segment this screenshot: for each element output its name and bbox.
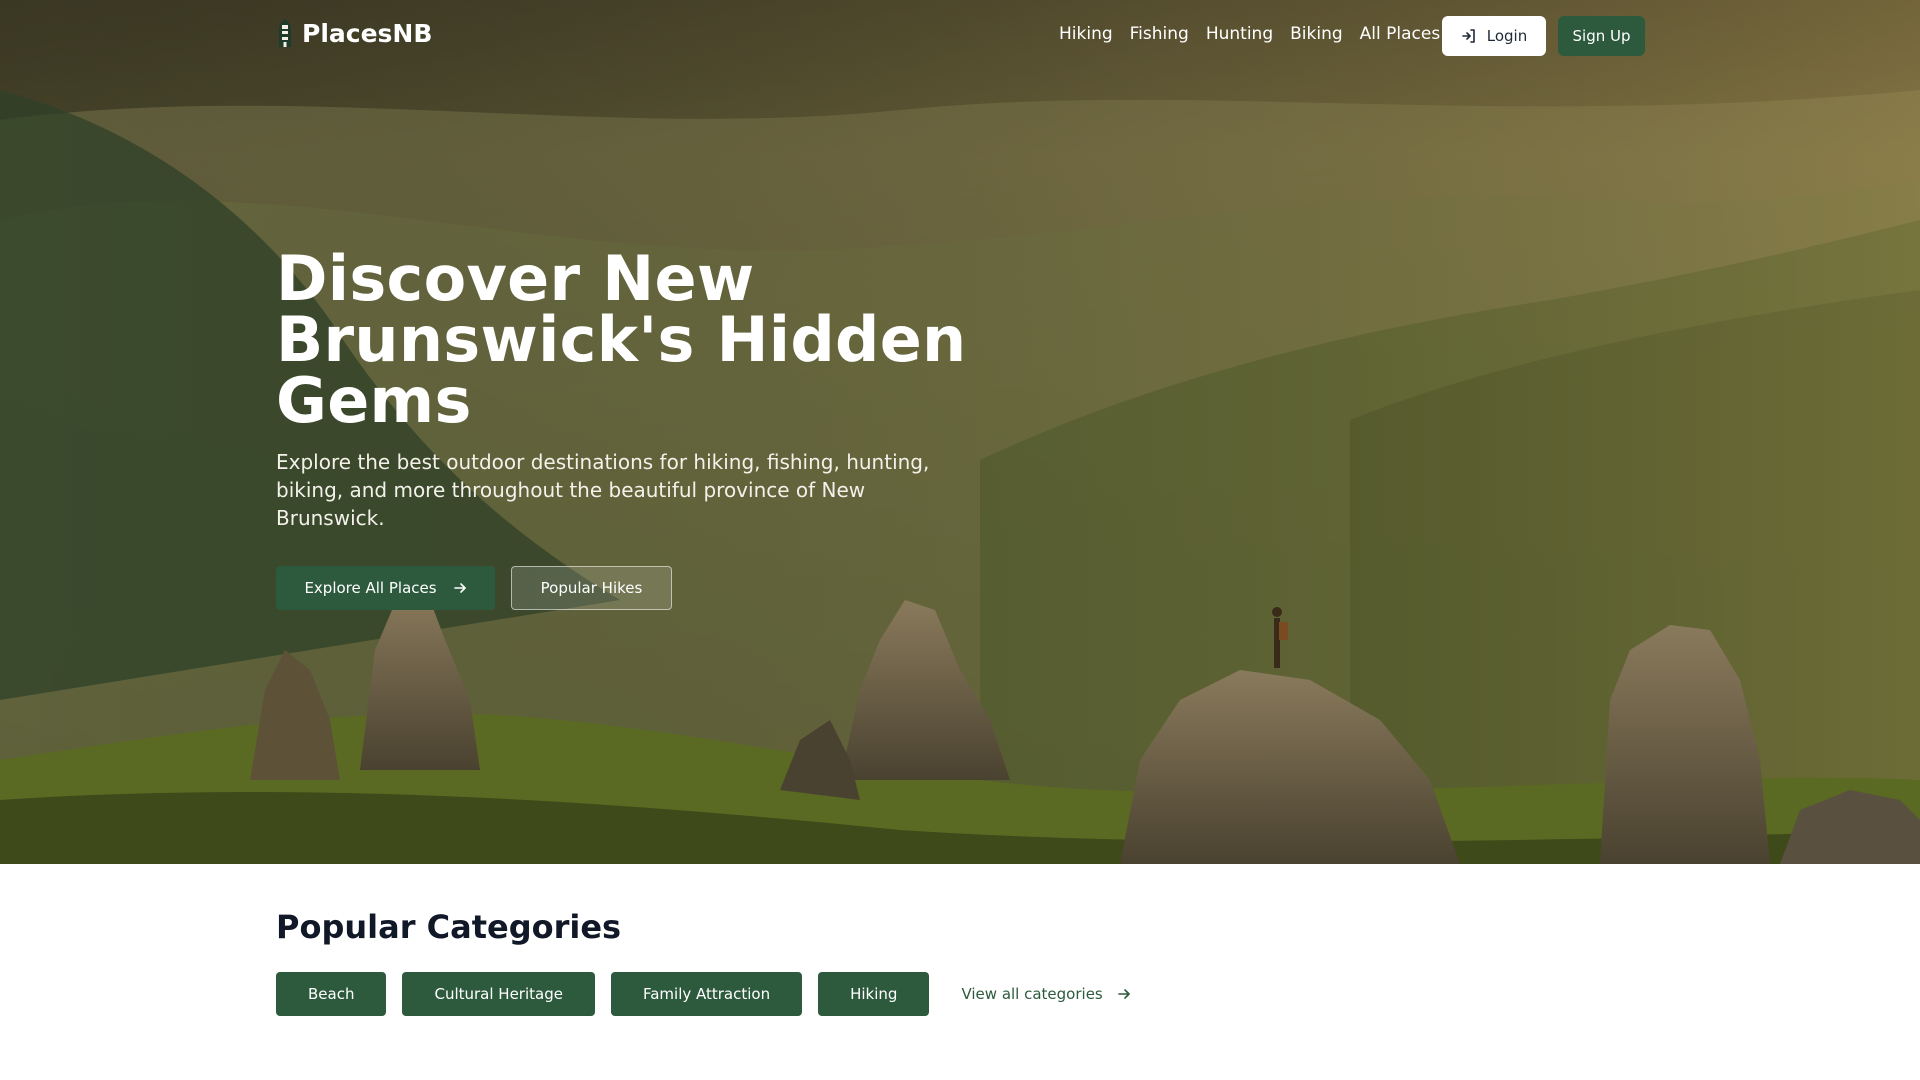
signup-button[interactable]: Sign Up [1558, 16, 1645, 56]
category-hiking[interactable]: Hiking [818, 972, 930, 1016]
hero-title: Discover New Brunswick's Hidden Gems [276, 242, 967, 437]
login-button[interactable]: Login [1442, 16, 1546, 56]
view-all-categories-label: View all categories [961, 985, 1103, 1003]
explore-all-places-button[interactable]: Explore All Places [276, 566, 495, 610]
arrow-right-icon [453, 581, 467, 595]
categories-title: Popular Categories [276, 908, 622, 946]
popular-hikes-button[interactable]: Popular Hikes [511, 566, 672, 610]
top-navigation: PlacesNB Hiking Fishing Hunting Biking A… [0, 0, 1920, 70]
nav-link-all-places[interactable]: All Places [1360, 24, 1441, 44]
nav-link-biking[interactable]: Biking [1290, 24, 1343, 44]
category-list: Beach Cultural Heritage Family Attractio… [276, 972, 1131, 1016]
login-label: Login [1486, 27, 1528, 45]
signup-label: Sign Up [1572, 27, 1631, 45]
popular-hikes-label: Popular Hikes [540, 579, 643, 597]
nav-links: Hiking Fishing Hunting Biking All Places [1059, 24, 1440, 44]
lighthouse-icon [276, 18, 294, 48]
category-family-attraction[interactable]: Family Attraction [610, 972, 803, 1016]
nav-link-fishing[interactable]: Fishing [1130, 24, 1189, 44]
category-cultural-heritage[interactable]: Cultural Heritage [402, 972, 595, 1016]
hero-section: PlacesNB Hiking Fishing Hunting Biking A… [0, 0, 1920, 864]
explore-all-places-label: Explore All Places [304, 579, 437, 597]
nav-link-hiking[interactable]: Hiking [1059, 24, 1113, 44]
nav-link-hunting[interactable]: Hunting [1206, 24, 1273, 44]
hero-subtitle: Explore the best outdoor destinations fo… [276, 450, 930, 530]
view-all-categories-link[interactable]: View all categories [961, 985, 1130, 1003]
brand-name: PlacesNB [302, 18, 433, 48]
sign-in-icon [1461, 28, 1477, 44]
brand-logo[interactable]: PlacesNB [276, 18, 432, 48]
category-beach[interactable]: Beach [276, 972, 387, 1016]
arrow-right-icon [1117, 987, 1131, 1001]
